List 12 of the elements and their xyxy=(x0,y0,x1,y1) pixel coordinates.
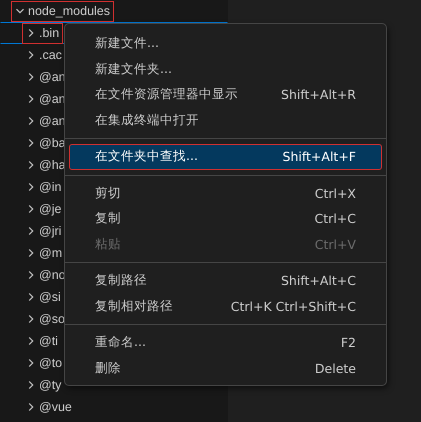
tree-item-label: @je xyxy=(22,198,66,220)
tree-item-label: @to xyxy=(22,352,66,374)
tree-item-label: @vue xyxy=(22,396,76,418)
tree-item-label: node_modules xyxy=(11,0,114,22)
tree-item-label: .cac xyxy=(22,44,66,66)
tree-item-label: @jri xyxy=(22,220,66,242)
tree-item-label: @ti xyxy=(22,330,62,352)
tree-item-label: @m xyxy=(22,242,66,264)
tree-item-label: @si xyxy=(22,286,65,308)
tree-item-label: .bin xyxy=(22,22,64,44)
tree-item-label: @ty xyxy=(22,374,66,396)
tree-item-label: @in xyxy=(22,176,66,198)
